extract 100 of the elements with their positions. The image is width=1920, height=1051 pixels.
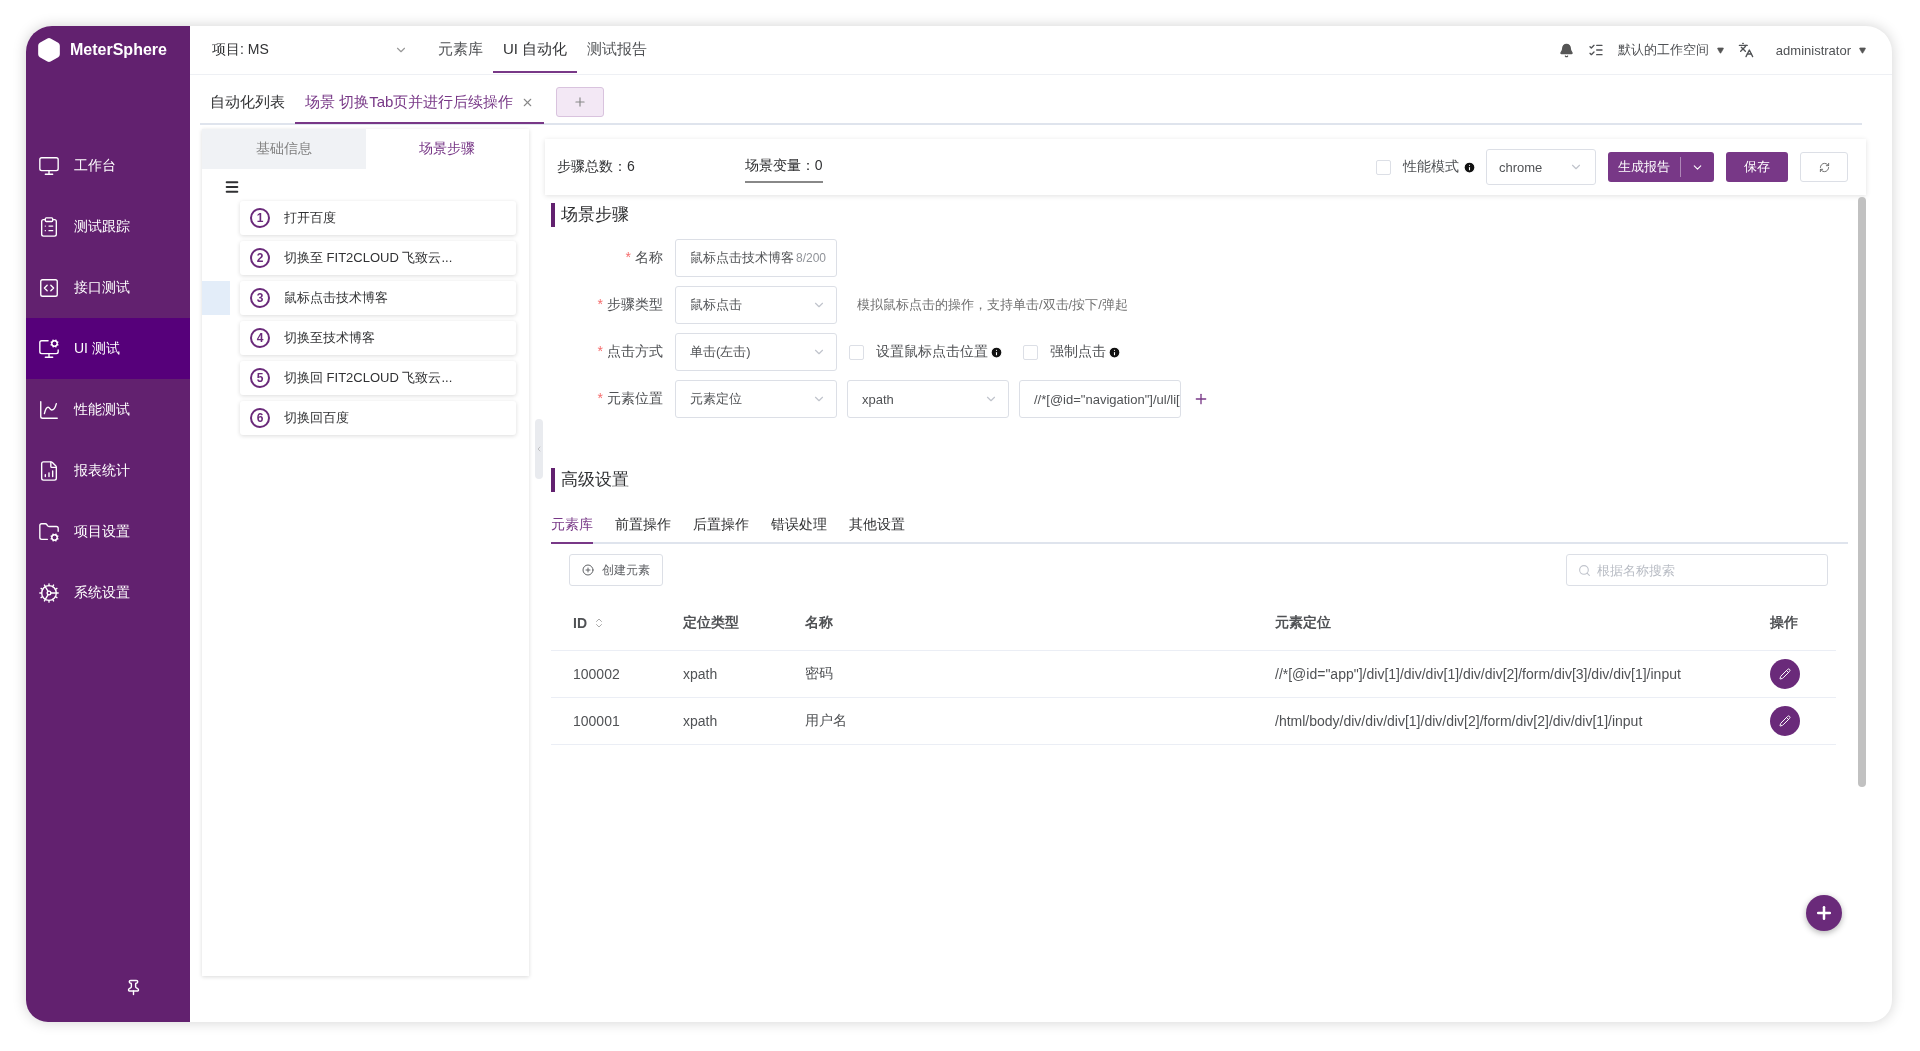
user-menu[interactable]: administrator xyxy=(1775,42,1866,58)
info-icon xyxy=(990,345,1003,359)
search-icon xyxy=(1578,564,1591,577)
chart-icon xyxy=(38,398,60,421)
menu-icon[interactable] xyxy=(224,179,240,195)
required-mark: * xyxy=(625,249,631,267)
nav-tab[interactable]: 测试报告 xyxy=(577,27,658,73)
step-number: 5 xyxy=(250,368,270,388)
list-icon[interactable] xyxy=(1587,42,1604,58)
page-tab[interactable]: 场景 切换Tab页并进行后续操作 xyxy=(295,82,545,124)
settings-tab[interactable]: 错误处理 xyxy=(771,516,827,544)
section-title: 高级设置 xyxy=(551,468,1848,492)
variables-link[interactable]: 场景变量：0 xyxy=(744,151,823,183)
checkbox[interactable] xyxy=(1023,344,1038,360)
save-button[interactable]: 保存 xyxy=(1726,152,1788,182)
table-cell-text: 密码 xyxy=(805,665,834,683)
settings-tab[interactable]: 元素库 xyxy=(551,516,593,544)
field-label: 步骤类型 xyxy=(607,296,663,314)
table-cell-text: /html/body/div/div/div[1]/div/div[2]/form/div[2]/div/div[1]/input xyxy=(1275,713,1644,729)
step-item[interactable]: 6 切换回百度 xyxy=(240,401,516,435)
name-field[interactable]: 鼠标点击技术博客 8/200 xyxy=(675,239,837,277)
panel-tab[interactable]: 基础信息 xyxy=(202,129,366,169)
workspace-menu[interactable]: 默认的工作空间 xyxy=(1617,41,1724,59)
sidebar-item[interactable]: 报表统计 xyxy=(26,440,190,501)
select-field[interactable]: 鼠标点击 xyxy=(675,286,837,324)
sidebar-item[interactable]: UI 测试 xyxy=(26,318,190,379)
caret-icon xyxy=(1859,46,1866,54)
table-cell-text: 用户名 xyxy=(805,712,848,730)
browser-select[interactable]: chrome xyxy=(1486,149,1596,185)
step-item[interactable]: 1 打开百度 xyxy=(240,201,516,235)
caret-icon xyxy=(1716,46,1724,54)
step-label: 切换回 FIT2CLOUD 飞致云... xyxy=(284,369,453,387)
step-item[interactable]: 5 切换回 FIT2CLOUD 飞致云... xyxy=(240,361,516,395)
step-item[interactable]: 4 切换至技术博客 xyxy=(240,321,516,355)
code-icon xyxy=(38,276,60,299)
panel-tab[interactable]: 场景步骤 xyxy=(365,129,529,169)
gear-icon xyxy=(38,581,60,604)
checkbox-label[interactable]: 设置鼠标点击位置 xyxy=(876,343,988,361)
report-icon xyxy=(38,459,60,482)
sidebar-item[interactable]: 测试跟踪 xyxy=(26,196,190,257)
checkbox[interactable] xyxy=(849,344,864,360)
page-tab[interactable]: 自动化列表 xyxy=(200,82,295,124)
sidebar-item[interactable]: 工作台 xyxy=(26,135,190,196)
step-item[interactable]: 2 切换至 FIT2CLOUD 飞致云... xyxy=(240,241,516,275)
search-field[interactable]: 根据名称搜索 xyxy=(1566,554,1828,586)
column-header: 定位类型 xyxy=(683,614,740,632)
project-select[interactable]: 项目: MS xyxy=(212,41,408,59)
add-icon[interactable] xyxy=(1193,391,1209,407)
column-header: 操作 xyxy=(1770,614,1799,632)
select-field[interactable]: xpath xyxy=(847,380,1009,418)
step-label: 切换至技术博客 xyxy=(284,329,375,347)
sidebar-item[interactable]: 系统设置 xyxy=(26,562,190,623)
nav-tab[interactable]: UI 自动化 xyxy=(493,27,578,73)
select-field[interactable]: 元素定位 xyxy=(675,380,837,418)
sidebar-item[interactable]: 接口测试 xyxy=(26,257,190,318)
checkbox-label[interactable]: 强制点击 xyxy=(1050,343,1106,361)
add-button[interactable] xyxy=(1806,895,1842,931)
plus-icon xyxy=(1814,903,1834,923)
bell-icon[interactable] xyxy=(1558,42,1574,58)
step-number: 3 xyxy=(250,288,270,308)
hint-text: 模拟鼠标点击的操作，支持单击/双击/按下/弹起 xyxy=(857,296,1128,314)
nav-tab[interactable]: 元素库 xyxy=(428,27,493,73)
create-element-button[interactable]: 创建元素 xyxy=(569,554,663,586)
step-label: 切换至 FIT2CLOUD 飞致云... xyxy=(284,249,453,267)
edit-button[interactable] xyxy=(1770,659,1800,689)
locator-field[interactable]: //*[@id="navigation"]/ul/li[ xyxy=(1019,380,1181,418)
select-field[interactable]: 单击(左击) xyxy=(675,333,837,371)
required-mark: * xyxy=(597,296,603,314)
monitor-icon xyxy=(38,337,60,360)
settings-tab[interactable]: 其他设置 xyxy=(849,516,905,544)
refresh-icon xyxy=(1818,161,1830,173)
chevron-left-icon xyxy=(535,445,543,453)
required-mark: * xyxy=(597,343,603,361)
column-header: 名称 xyxy=(805,614,834,632)
sort-icon[interactable] xyxy=(593,617,605,629)
pencil-icon xyxy=(1779,715,1791,727)
field-label: 元素位置 xyxy=(607,390,663,408)
settings-tab[interactable]: 前置操作 xyxy=(615,516,671,544)
checkbox-label[interactable]: 性能模式 xyxy=(1403,158,1459,176)
sidebar-item[interactable]: 项目设置 xyxy=(26,501,190,562)
sidebar-item[interactable]: 性能测试 xyxy=(26,379,190,440)
plus-icon xyxy=(573,95,588,109)
collapse-handle[interactable] xyxy=(535,419,543,479)
settings-tab[interactable]: 后置操作 xyxy=(693,516,749,544)
field-label: 点击方式 xyxy=(607,343,663,361)
step-label: 打开百度 xyxy=(284,209,336,227)
column-header[interactable]: ID xyxy=(573,615,683,631)
folder-icon xyxy=(38,520,60,543)
clipboard-icon xyxy=(38,215,60,238)
step-label: 鼠标点击技术博客 xyxy=(284,289,388,307)
step-item[interactable]: 3 鼠标点击技术博客 xyxy=(240,281,516,315)
refresh-button[interactable] xyxy=(1800,152,1848,182)
table-cell-text: //*[@id="app"]/div[1]/div/div[1]/div/div[2]/form/div[3]/div/div[1]/input xyxy=(1275,666,1682,682)
step-count: 步骤总数：6 xyxy=(557,157,635,176)
checkbox[interactable] xyxy=(1376,159,1391,175)
language-icon[interactable] xyxy=(1737,42,1754,58)
edit-button[interactable] xyxy=(1770,706,1800,736)
scrollbar[interactable] xyxy=(1858,197,1866,787)
table-cell-text: xpath xyxy=(683,713,719,729)
logo-icon xyxy=(36,37,62,63)
